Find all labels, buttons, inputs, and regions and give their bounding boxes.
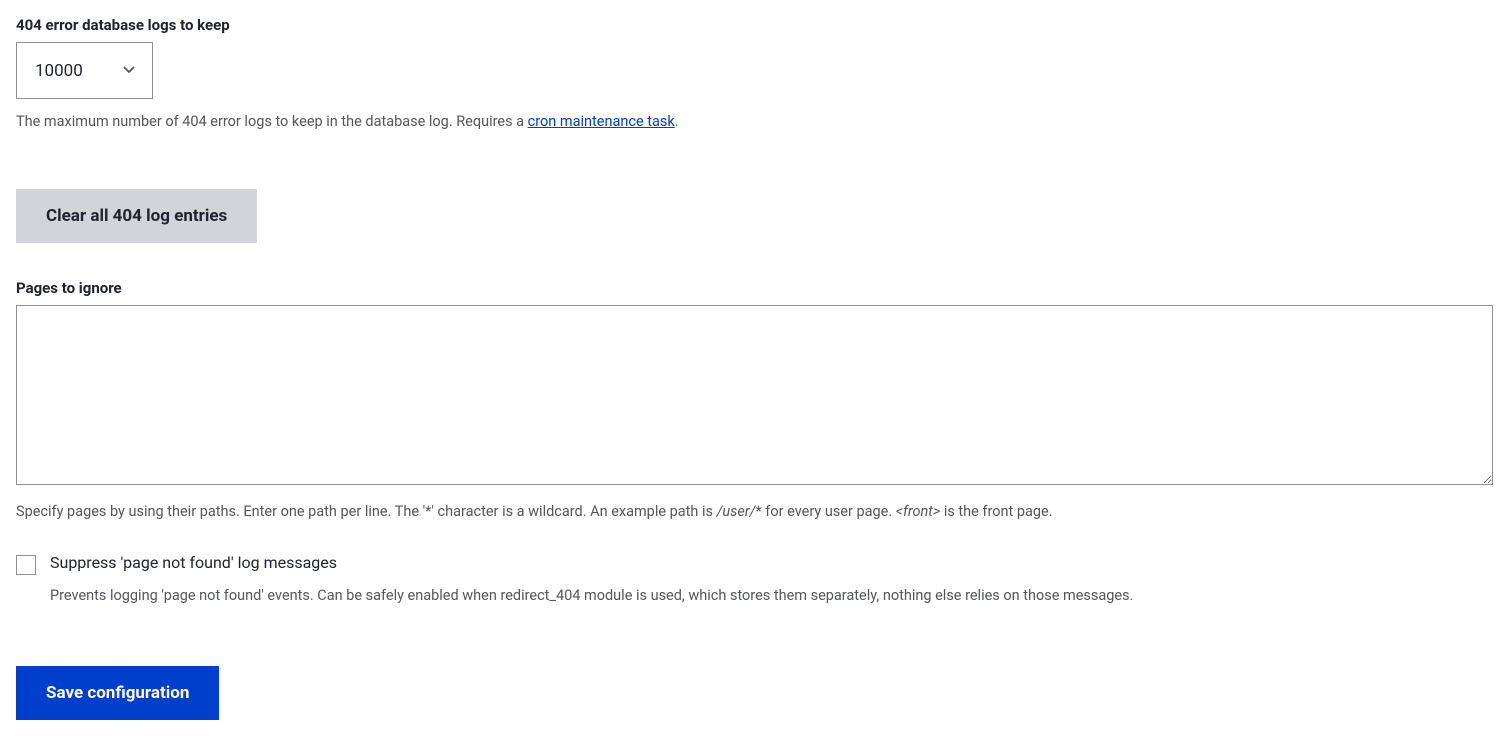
logs-to-keep-select-wrapper: 10000 [16,42,153,99]
suppress-group: Suppress 'page not found' log messages P… [16,553,1493,607]
logs-to-keep-description: The maximum number of 404 error logs to … [16,111,1493,133]
suppress-description: Prevents logging 'page not found' events… [50,585,1493,607]
suppress-label[interactable]: Suppress 'page not found' log messages [50,553,337,572]
logs-to-keep-label: 404 error database logs to keep [16,16,1493,34]
cron-maintenance-link[interactable]: cron maintenance task [528,113,675,130]
pages-to-ignore-description: Specify pages by using their paths. Ente… [16,501,1493,523]
suppress-checkbox[interactable] [16,555,36,575]
logs-to-keep-select[interactable]: 10000 [16,42,153,99]
pages-to-ignore-label: Pages to ignore [16,279,1493,297]
clear-logs-button[interactable]: Clear all 404 log entries [16,189,257,243]
save-configuration-button[interactable]: Save configuration [16,666,219,720]
pages-to-ignore-textarea[interactable] [16,305,1493,485]
suppress-checkbox-wrapper: Suppress 'page not found' log messages [16,553,1493,575]
logs-to-keep-group: 404 error database logs to keep 10000 Th… [16,16,1493,133]
pages-to-ignore-group: Pages to ignore Specify pages by using t… [16,279,1493,523]
